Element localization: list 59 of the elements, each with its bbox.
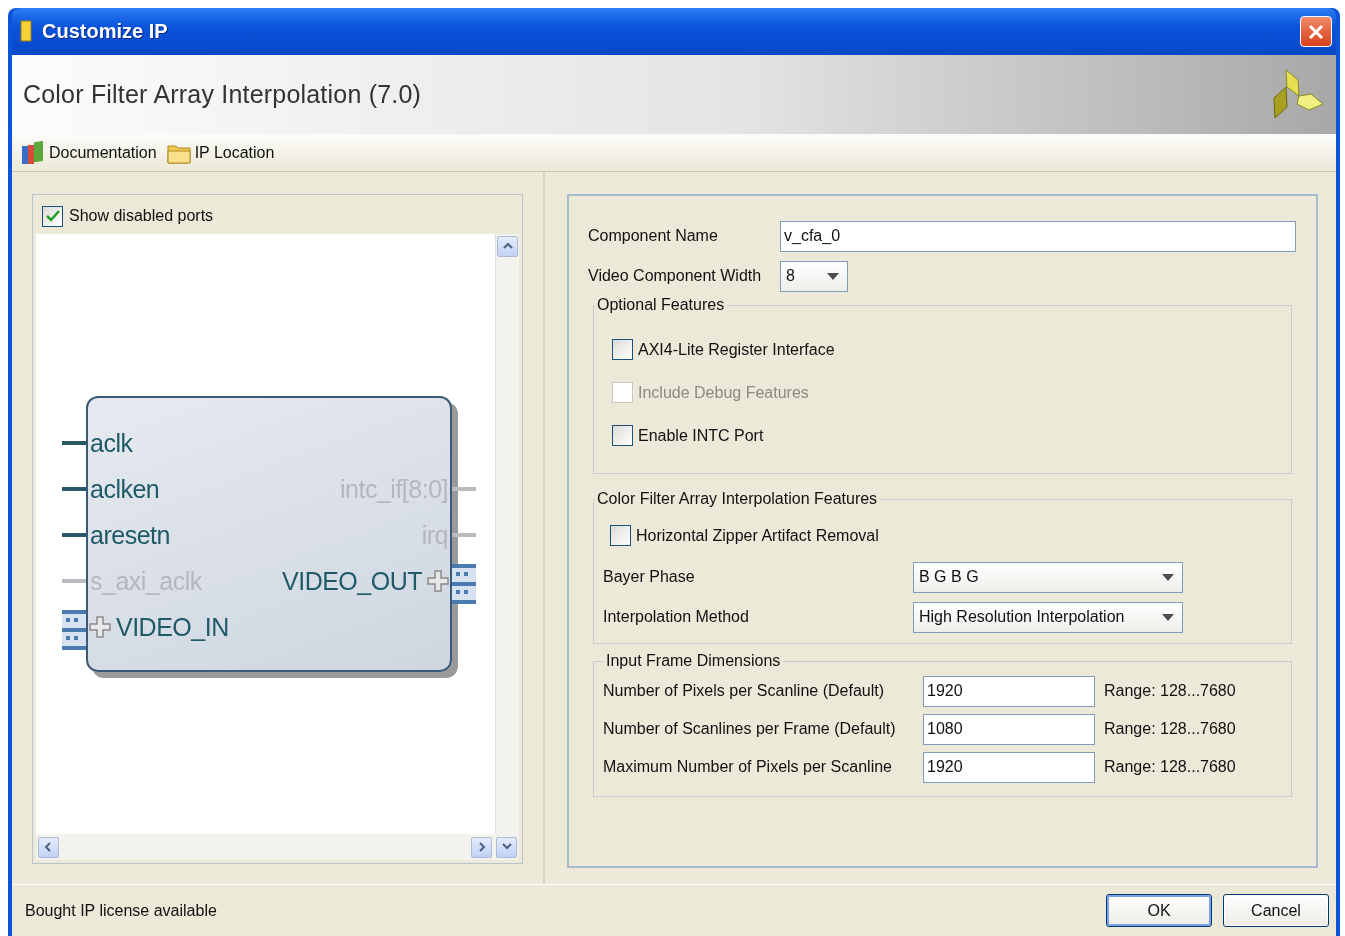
field-label: Video Component Width [588, 267, 763, 285]
port-label: aresetn [89, 520, 171, 550]
field-label: Component Name [588, 227, 719, 245]
checkbox-label: Include Debug Features [638, 383, 809, 402]
option-dropdown[interactable]: High Resolution Interpolation [913, 601, 1183, 633]
close-button[interactable] [1300, 16, 1332, 47]
dropdown-caret-icon [1162, 613, 1174, 621]
window-title: Customize IP [42, 20, 169, 43]
vertical-scrollbar[interactable] [495, 234, 519, 834]
license-status: Bought IP license available [25, 901, 218, 920]
dropdown-caret-icon [827, 272, 839, 280]
ip-title: Color Filter Array Interpolation (7.0) [23, 80, 422, 109]
range-label: Range: 128...7680 [1104, 758, 1236, 776]
dialog-button[interactable]: OK [1106, 894, 1212, 927]
scroll-down-button[interactable] [496, 836, 517, 858]
field-label: Number of Scanlines per Frame (Default) [603, 720, 897, 738]
books-icon [21, 140, 45, 165]
toolbar-button[interactable]: Documentation [21, 140, 157, 165]
field-label: Maximum Number of Pixels per Scanline [603, 758, 893, 776]
field-label: Bayer Phase [603, 568, 696, 586]
logo-icon [1272, 69, 1324, 120]
field-label: Interpolation Method [603, 608, 750, 626]
checkbox[interactable] [612, 339, 633, 360]
scroll-left-button[interactable] [38, 836, 59, 858]
chip-icon [18, 19, 34, 44]
port-label: VIDEO_OUT [281, 566, 423, 596]
range-label: Range: 128...7680 [1104, 682, 1236, 700]
option-dropdown[interactable]: B G B G [913, 561, 1183, 593]
scroll-right-button[interactable] [471, 836, 492, 858]
checkbox[interactable] [612, 425, 633, 446]
plus-icon [426, 569, 450, 593]
number-field[interactable]: 1920 [923, 675, 1095, 707]
number-field[interactable]: 1920 [923, 751, 1095, 783]
plus-icon [88, 615, 112, 639]
group-title: Input Frame Dimensions [605, 652, 782, 670]
checkbox-label: Show disabled ports [69, 207, 214, 225]
checkbox[interactable] [610, 525, 631, 546]
group-title: Optional Features [596, 296, 726, 314]
bus-port-icon [62, 610, 86, 650]
port-label: aclk [89, 428, 134, 458]
dialog-button[interactable]: Cancel [1223, 894, 1329, 927]
scroll-up-button[interactable] [497, 236, 518, 257]
group-title: Color Filter Array Interpolation Features [596, 490, 879, 508]
horizontal-scrollbar[interactable] [36, 834, 519, 860]
checkbox-label: Enable INTC Port [638, 426, 764, 445]
field-label: Number of Pixels per Scanline (Default) [603, 682, 885, 700]
dropdown-caret-icon [1162, 573, 1174, 581]
close-icon [1308, 23, 1324, 40]
width-dropdown[interactable]: 8 [780, 260, 848, 292]
checkbox[interactable] [42, 205, 63, 227]
toolbar-button[interactable]: IP Location [166, 141, 275, 164]
checkbox-label: AXI4-Lite Register Interface [638, 340, 835, 359]
checkbox-label: Horizontal Zipper Artifact Removal [636, 526, 879, 545]
bus-port-icon [452, 564, 476, 604]
port-label: aclken [89, 474, 161, 504]
range-label: Range: 128...7680 [1104, 720, 1236, 738]
port-label: VIDEO_IN [115, 612, 230, 642]
component-name-field[interactable]: v_cfa_0 [780, 220, 1296, 252]
number-field[interactable]: 1080 [923, 713, 1095, 745]
